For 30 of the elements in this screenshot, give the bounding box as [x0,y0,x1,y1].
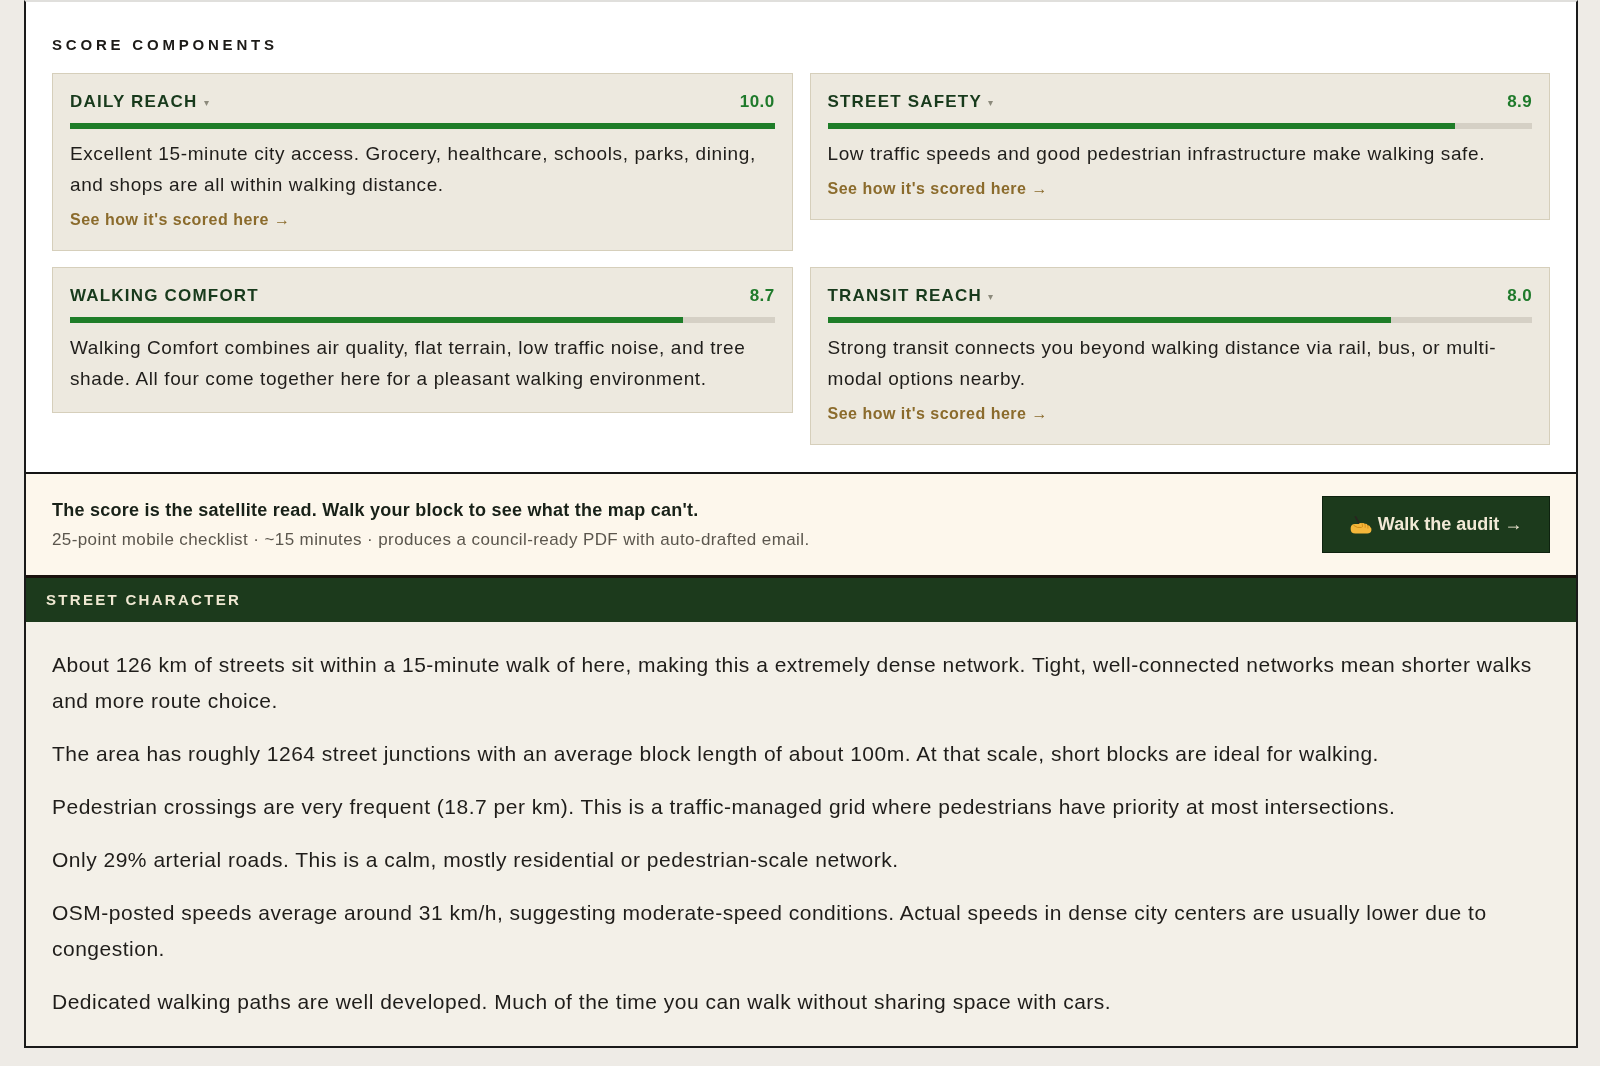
walk-audit-button[interactable]: Walk the audit → [1322,496,1550,553]
scoring-link[interactable]: See how it's scored here → [70,210,291,230]
card-title: STREET SAFETY [827,91,982,113]
card-description: Low traffic speeds and good pedestrian infrastructure make walking safe. [827,142,1487,166]
score-value: 8.7 [749,285,775,307]
paragraph: OSM-posted speeds average around 31 km/h, suggesting moderate-speed conditions. Actual speeds in dense city centers are usually lower due to congestion. [52,900,1488,962]
paragraph: Only 29% arterial roads. This is a calm, mostly residential or pedestrian-scale network. [52,847,900,873]
scoring-link[interactable]: See how it's scored here → [827,179,1048,199]
section-heading: SCORE COMPONENTS [52,36,279,54]
writing-hand-icon [1349,515,1372,534]
callout-details: 25-point mobile checklist · ~15 minutes · produces a council-ready PDF with auto-drafted email. [52,530,810,550]
caret-icon[interactable]: ▾ [987,288,993,304]
card-title: TRANSIT REACH [827,285,982,307]
card-description: Strong transit connects you beyond walking distance via rail, bus, or multi-modal options nearby. [827,336,1498,391]
paragraph: The area has roughly 1264 street junctions with an average block length of about 100m. At that scale, short blocks are ideal for walking. [52,741,1380,767]
card-description: Walking Comfort combines air quality, flat terrain, low traffic noise, and tree shade. All four come together here for a pleasant walking environment. [70,336,747,391]
score-value: 8.9 [1507,91,1532,113]
paragraph: Pedestrian crossings are very frequent (18.7 per km). This is a traffic-managed grid where pedestrians have priority at most intersections. [52,794,1397,820]
paragraph: About 126 km of streets sit within a 15-minute walk of here, making this a extremely dense network. Tight, well-connected networks mean shorter walks and more route choice. [52,652,1533,714]
scoring-link[interactable]: See how it's scored here → [827,404,1048,424]
score-value: 8.0 [1507,285,1532,307]
callout-headline: The score is the satellite read. Walk your block to see what the map can't. [52,499,700,521]
card-title: WALKING COMFORT [70,285,259,307]
card-title: DAILY REACH [70,91,198,113]
score-value: 10.0 [739,91,775,113]
card-description: Excellent 15-minute city access. Grocery, healthcare, schools, parks, dining, and shops are all within walking distance. [70,142,757,197]
paragraph: Dedicated walking paths are well developed. Much of the time you can walk without sharing space with cars. [52,989,1113,1015]
caret-icon[interactable]: ▾ [987,94,993,110]
caret-icon[interactable]: ▾ [203,94,209,110]
section-title: STREET CHARACTER [46,591,242,609]
